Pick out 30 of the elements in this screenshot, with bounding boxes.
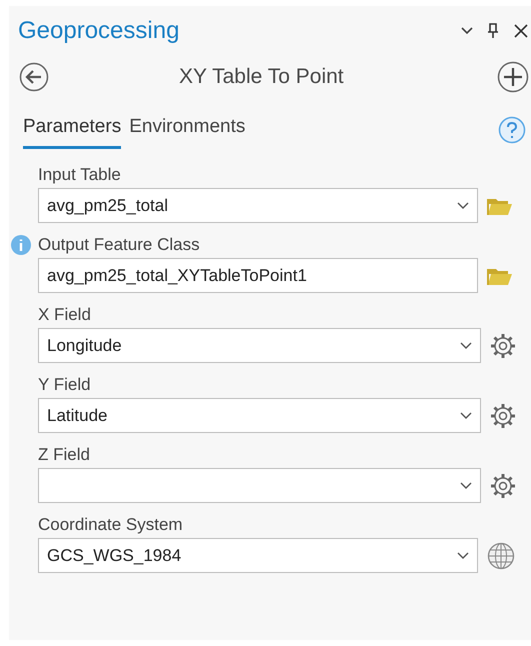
tab[interactable]: Environments (129, 113, 246, 149)
parameter-label: Input Table (38, 164, 121, 186)
pane-title: Geoprocessing (18, 16, 180, 46)
parameter-label: Coordinate System (38, 514, 183, 536)
gear-icon[interactable] (490, 402, 516, 428)
input-field[interactable]: avg_pm25_total_XYTableToPoint1 (38, 258, 478, 293)
dropdown-field[interactable]: GCS_WGS_1984 (38, 538, 478, 573)
gear-icon[interactable] (490, 472, 516, 498)
chevron-down-icon[interactable] (457, 552, 469, 560)
parameter-label: Output Feature Class (38, 234, 200, 256)
pin-icon[interactable] (487, 23, 499, 39)
chevron-down-icon[interactable] (461, 27, 473, 35)
dropdown-field[interactable]: Latitude (38, 398, 481, 433)
chevron-down-icon[interactable] (460, 342, 472, 350)
tab[interactable]: Parameters (23, 113, 122, 149)
parameter-label: Y Field (38, 374, 91, 396)
dropdown-field[interactable]: Longitude (38, 328, 481, 363)
gear-icon[interactable] (490, 332, 516, 358)
add-icon[interactable] (497, 61, 529, 93)
chevron-down-icon[interactable] (460, 482, 472, 490)
help-icon[interactable] (498, 116, 526, 144)
dropdown-field[interactable]: avg_pm25_total (38, 188, 478, 223)
close-icon[interactable] (513, 23, 529, 39)
tool-title: XY Table To Point (179, 64, 344, 90)
chevron-down-icon[interactable] (457, 202, 469, 210)
parameter-label: X Field (38, 304, 91, 326)
globe-icon[interactable] (487, 542, 515, 570)
chevron-down-icon[interactable] (460, 412, 472, 420)
parameter-label: Z Field (38, 444, 90, 466)
dropdown-field[interactable] (38, 468, 481, 503)
